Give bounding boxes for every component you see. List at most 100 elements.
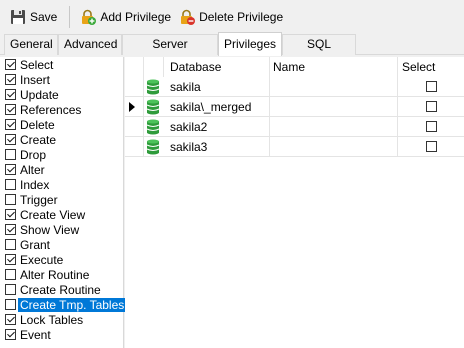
privilege-checkbox[interactable]	[5, 239, 16, 250]
row-indicator-cell	[125, 77, 144, 97]
privilege-item-execute[interactable]: Execute	[0, 252, 123, 267]
database-icon	[146, 99, 160, 115]
privilege-item-alter[interactable]: Alter	[0, 162, 123, 177]
add-lock-icon	[80, 9, 97, 25]
privilege-label: Grant	[20, 237, 51, 252]
name-cell[interactable]	[270, 117, 398, 137]
privilege-checkbox[interactable]	[5, 74, 16, 85]
tab-bar: General Advanced Server Privileges Privi…	[0, 32, 464, 70]
table-row[interactable]: sakila\_merged	[125, 97, 464, 117]
privilege-label: Update	[20, 87, 59, 102]
privilege-item-lock-tables[interactable]: Lock Tables	[0, 312, 123, 327]
privilege-item-drop[interactable]: Drop	[0, 147, 123, 162]
privilege-checkbox[interactable]	[5, 299, 16, 310]
grid-header: Database Name Select	[125, 57, 464, 77]
privilege-item-select[interactable]: Select	[0, 57, 123, 72]
privilege-checkbox[interactable]	[5, 254, 16, 265]
privilege-label: Delete	[20, 117, 55, 132]
select-checkbox[interactable]	[426, 81, 437, 92]
privilege-label: Alter	[20, 162, 45, 177]
database-cell[interactable]: sakila2	[164, 117, 270, 137]
tab-advanced[interactable]: Advanced	[58, 34, 122, 55]
privilege-checkbox[interactable]	[5, 209, 16, 220]
name-cell[interactable]	[270, 137, 398, 157]
privilege-label: Index	[20, 177, 50, 192]
privilege-label: Create View	[20, 207, 86, 222]
privilege-checkbox[interactable]	[5, 284, 16, 295]
privilege-item-grant[interactable]: Grant	[0, 237, 123, 252]
privilege-item-show-view[interactable]: Show View	[0, 222, 123, 237]
privilege-item-insert[interactable]: Insert	[0, 72, 123, 87]
privilege-checkbox[interactable]	[5, 164, 16, 175]
database-grid: Database Name Select sakila sakila\_merg…	[125, 57, 464, 348]
delete-privilege-label: Delete Privilege	[199, 10, 284, 24]
save-icon	[10, 9, 26, 25]
table-row[interactable]: sakila3	[125, 137, 464, 157]
select-checkbox[interactable]	[426, 121, 437, 132]
header-icon-cell	[144, 57, 164, 77]
column-header-name[interactable]: Name	[270, 57, 398, 77]
privilege-checkbox[interactable]	[5, 59, 16, 70]
tab-sql-preview[interactable]: SQL Preview	[282, 34, 356, 70]
database-icon	[146, 139, 160, 155]
save-label: Save	[30, 10, 58, 24]
row-indicator-cell	[125, 97, 144, 117]
privilege-item-trigger[interactable]: Trigger	[0, 192, 123, 207]
name-cell[interactable]	[270, 97, 398, 117]
privilege-item-create[interactable]: Create	[0, 132, 123, 147]
privilege-item-references[interactable]: References	[0, 102, 123, 117]
privilege-label: Lock Tables	[20, 312, 84, 327]
database-cell[interactable]: sakila\_merged	[164, 97, 270, 117]
add-privilege-label: Add Privilege	[100, 10, 172, 24]
privilege-label: Event	[20, 327, 51, 342]
name-cell[interactable]	[270, 77, 398, 97]
tab-general[interactable]: General	[4, 34, 58, 55]
privilege-item-create-view[interactable]: Create View	[0, 207, 123, 222]
row-indicator-cell	[125, 117, 144, 137]
privilege-label: Show View	[20, 222, 80, 237]
select-checkbox[interactable]	[426, 101, 437, 112]
column-header-database[interactable]: Database	[164, 57, 270, 77]
privilege-item-create-tmp-tables[interactable]: Create Tmp. Tables	[0, 297, 127, 312]
privilege-checkbox[interactable]	[5, 179, 16, 190]
privilege-label: Trigger	[20, 192, 58, 207]
database-icon	[146, 79, 160, 95]
privilege-item-create-routine[interactable]: Create Routine	[0, 282, 123, 297]
privilege-label: Insert	[20, 72, 51, 87]
privilege-checkbox[interactable]	[5, 314, 16, 325]
privilege-item-event[interactable]: Event	[0, 327, 123, 342]
privilege-label: Select	[20, 57, 54, 72]
privilege-label: Execute	[20, 252, 64, 267]
privilege-item-update[interactable]: Update	[0, 87, 123, 102]
table-row[interactable]: sakila2	[125, 117, 464, 137]
privilege-checkbox[interactable]	[5, 119, 16, 130]
privilege-item-index[interactable]: Index	[0, 177, 123, 192]
privilege-checkbox[interactable]	[5, 329, 16, 340]
privilege-checkbox[interactable]	[5, 134, 16, 145]
select-checkbox[interactable]	[426, 141, 437, 152]
privilege-label: Create	[20, 132, 57, 147]
delete-privilege-button[interactable]: Delete Privilege	[175, 5, 287, 29]
privilege-item-delete[interactable]: Delete	[0, 117, 123, 132]
database-cell[interactable]: sakila3	[164, 137, 270, 157]
privilege-checkbox[interactable]	[5, 89, 16, 100]
privilege-checkbox[interactable]	[5, 224, 16, 235]
privilege-checkbox[interactable]	[5, 149, 16, 160]
privilege-item-alter-routine[interactable]: Alter Routine	[0, 267, 123, 282]
delete-lock-icon	[179, 9, 196, 25]
tab-server-privileges[interactable]: Server Privileges	[122, 34, 218, 70]
tab-privileges[interactable]: Privileges	[218, 32, 282, 56]
current-row-indicator-icon	[129, 102, 135, 112]
database-cell[interactable]: sakila	[164, 77, 270, 97]
privilege-checkbox[interactable]	[5, 104, 16, 115]
privilege-checkbox[interactable]	[5, 194, 16, 205]
privilege-label: Create Tmp. Tables	[18, 297, 127, 312]
database-icon	[146, 119, 160, 135]
privilege-checkbox[interactable]	[5, 269, 16, 280]
row-indicator-cell	[125, 137, 144, 157]
save-button[interactable]: Save	[6, 5, 61, 29]
header-indicator-cell	[125, 57, 144, 77]
table-row[interactable]: sakila	[125, 77, 464, 97]
column-header-select[interactable]: Select	[398, 57, 464, 77]
add-privilege-button[interactable]: Add Privilege	[76, 5, 175, 29]
